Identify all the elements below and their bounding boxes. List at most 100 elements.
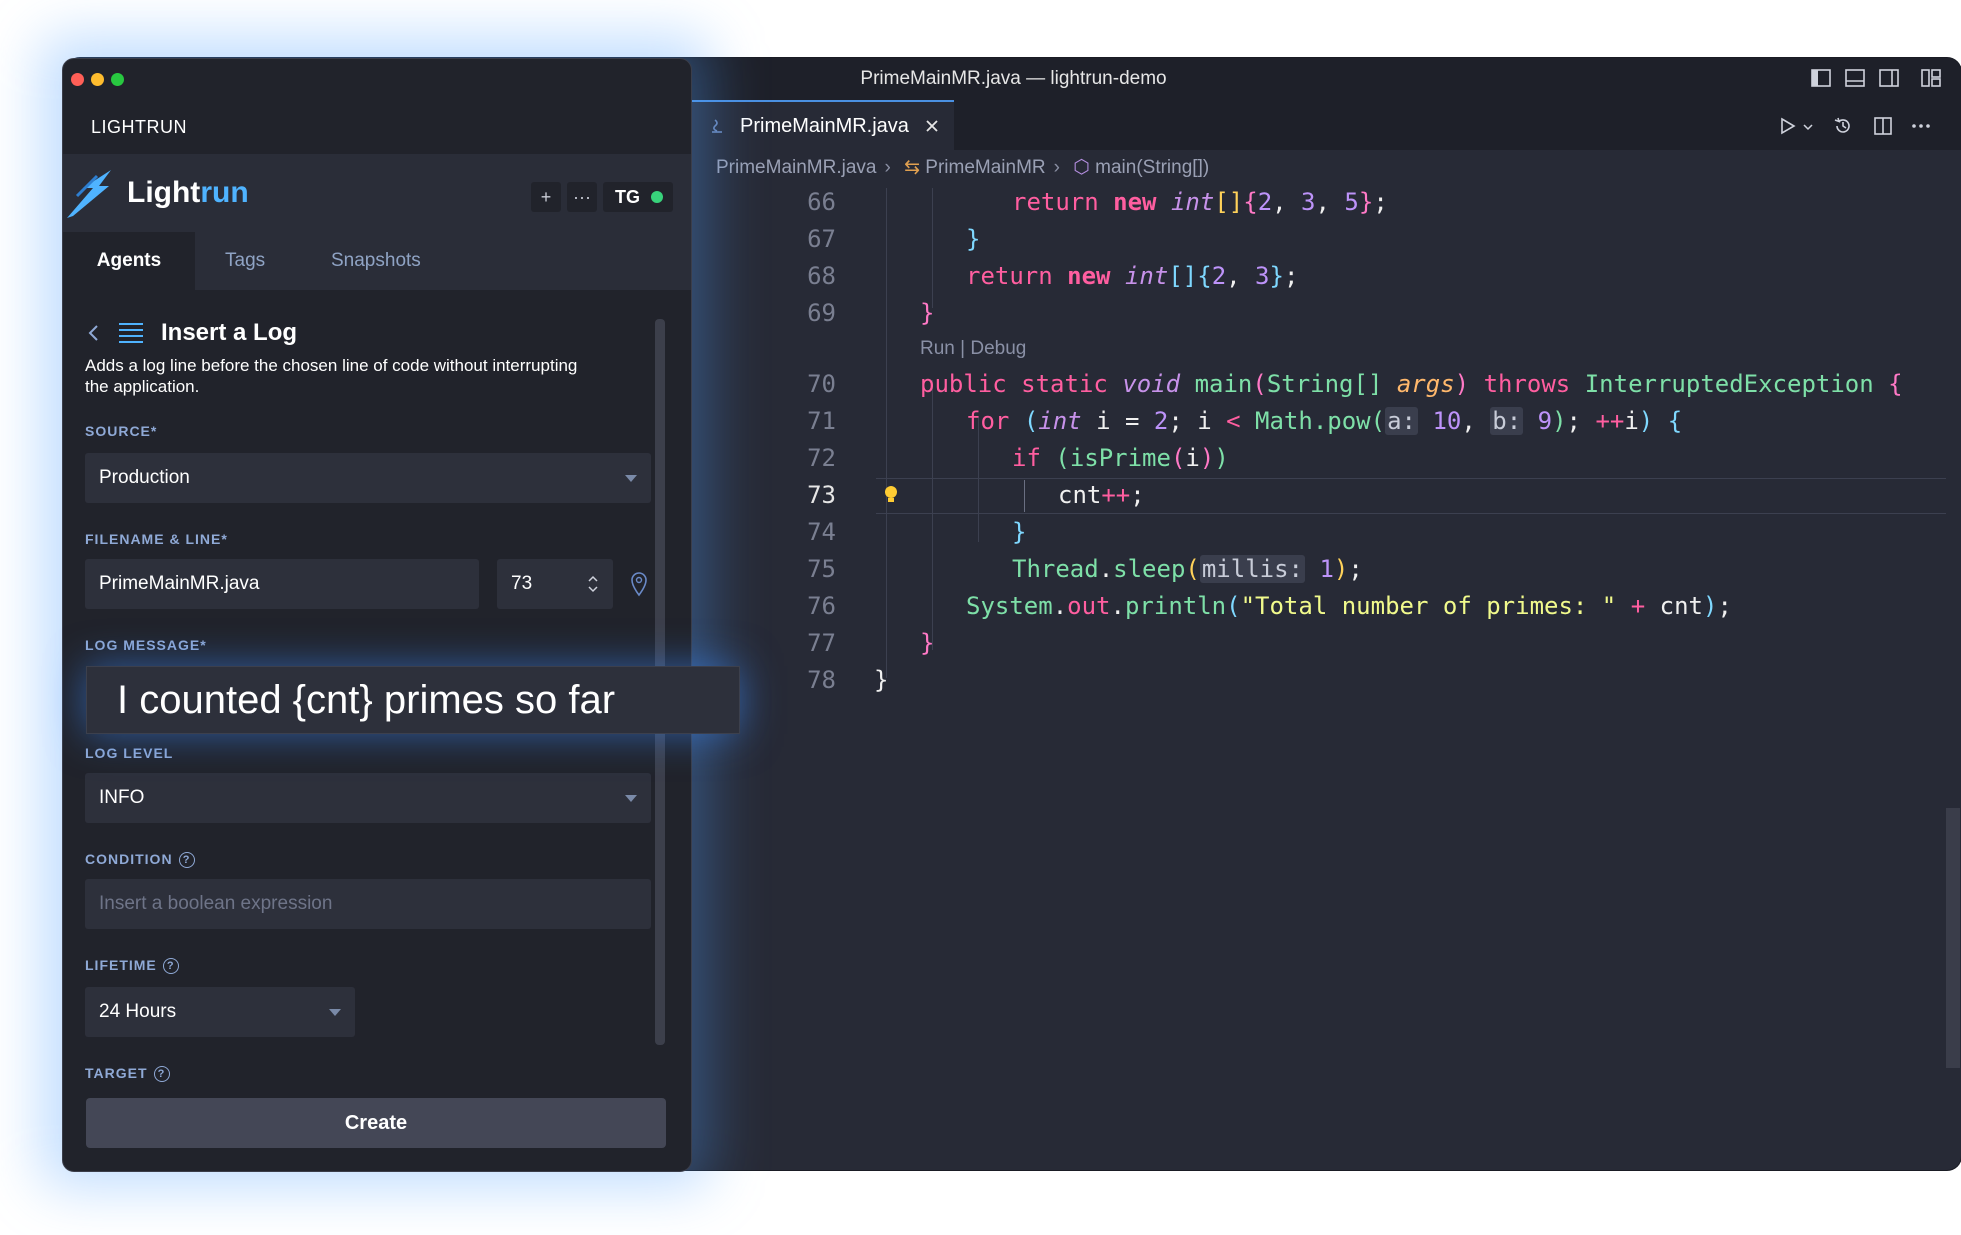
code-line-76: System.out.println("Total number of prim… [966,592,1732,620]
close-window-button[interactable] [71,73,84,86]
line-number: 75 [807,555,836,583]
form-title: Insert a Log [161,319,298,346]
lightbulb-icon[interactable] [883,484,899,506]
indent-guide [886,188,887,678]
code-editor[interactable]: 66 67 68 69 70 71 72 73 74 75 76 77 78 r… [726,188,1946,1168]
lightrun-panel: LIGHTRUN Lightrun + ··· TG Agents Tags S… [62,58,692,1172]
editor-tab-primemainmr[interactable]: PrimeMainMR.java [692,100,954,150]
toggle-secondary-sidebar-icon[interactable] [1878,67,1900,89]
caret-down-icon [329,1009,341,1016]
log-level-select[interactable]: INFO [85,773,651,823]
user-initials: TG [615,187,640,207]
line-number: 72 [807,444,836,472]
toggle-primary-sidebar-icon[interactable] [1810,67,1832,89]
indent-guide [932,188,933,308]
condition-input[interactable]: Insert a boolean expression [85,879,651,929]
code-line-71: for (int i = 2; i < Math.pow(a: 10, b: 9… [966,407,1683,435]
line-number: 78 [807,666,836,694]
more-actions-icon[interactable] [1910,115,1932,137]
code-line-68: return new int[]{2, 3}; [966,262,1299,290]
help-icon[interactable]: ? [153,1066,170,1083]
lightrun-logo-icon [67,170,111,218]
line-number: 77 [807,629,836,657]
lightrun-brand: Lightrun [127,176,249,209]
java-file-icon [712,119,722,133]
current-line-highlight [876,478,1946,514]
code-line-78: } [874,666,889,694]
chevron-down-icon[interactable] [1802,122,1814,132]
help-icon[interactable]: ? [178,852,195,869]
brand-bar: Lightrun + ··· TG Agents Tags Snapshots [63,154,691,290]
create-button[interactable]: Create [86,1098,666,1148]
line-number: 66 [807,188,836,216]
log-level-label: LOG LEVEL [85,745,174,761]
code-line-73: cnt++; [1058,481,1145,509]
lifetime-value: 24 Hours [99,1001,177,1022]
condition-label: CONDITION? [85,851,195,869]
source-select[interactable]: Production [85,453,651,503]
log-level-value: INFO [99,787,145,808]
panel-header-label: LIGHTRUN [91,117,188,137]
line-number: 68 [807,262,836,290]
code-line-75: Thread.sleep(millis: 1); [1012,555,1363,583]
line-number: 71 [807,407,836,435]
history-icon[interactable] [1832,115,1854,137]
filename-line-label: FILENAME & LINE* [85,531,228,547]
split-editor-icon[interactable] [1872,115,1894,137]
target-label: TARGET? [85,1065,170,1083]
method-icon: ⬡ [1073,157,1090,178]
source-label: SOURCE* [85,423,158,439]
editor-scrollbar[interactable] [1946,808,1960,1068]
tab-label: PrimeMainMR.java [740,115,909,137]
chevron-right-icon: › [884,157,891,178]
toggle-panel-icon[interactable] [1844,67,1866,89]
lifetime-label: LIFETIME? [85,957,179,975]
customize-layout-icon[interactable] [1920,67,1942,89]
tab-snapshots[interactable]: Snapshots [331,232,421,290]
stepper-arrows-icon[interactable] [587,574,599,594]
filename-input[interactable]: PrimeMainMR.java [85,559,479,609]
help-icon[interactable]: ? [162,958,179,975]
status-ok-icon [651,191,663,203]
source-value: Production [99,467,190,488]
form-description: Adds a log line before the chosen line o… [85,356,578,396]
line-number: 74 [807,518,836,546]
lifetime-select[interactable]: 24 Hours [85,987,355,1037]
caret-down-icon [625,795,637,802]
breadcrumb-method[interactable]: main(String[]) [1095,157,1209,178]
breadcrumb: PrimeMainMR.java › ⇆ PrimeMainMR › ⬡ main(… [716,156,1209,188]
log-message-input[interactable]: I counted {cnt} primes so far [86,666,740,734]
more-options-button[interactable]: ··· [567,182,597,212]
minimize-window-button[interactable] [91,73,104,86]
line-number-active: 73 [807,481,836,509]
indent-guide [932,380,933,650]
caret-down-icon [625,475,637,482]
indent-guide [1024,480,1025,512]
tab-tags[interactable]: Tags [225,232,265,290]
breadcrumb-file[interactable]: PrimeMainMR.java [716,157,876,178]
code-line-77: } [920,629,935,657]
line-number: 70 [807,370,836,398]
line-number: 67 [807,225,836,253]
codelens-run-debug[interactable]: Run | Debug [920,338,1026,360]
add-button[interactable]: + [531,182,561,212]
zoom-window-button[interactable] [111,73,124,86]
code-line-66: return new int[]{2, 3, 5}; [1012,188,1388,216]
log-message-label: LOG MESSAGE* [85,637,207,653]
code-line-67: } [966,225,981,253]
code-line-69: } [920,299,935,327]
line-number: 69 [807,299,836,327]
chevron-right-icon: › [1053,157,1060,178]
code-line-74: } [1012,518,1027,546]
user-account-button[interactable]: TG [603,182,673,212]
code-line-70: public static void main(String[] args) t… [920,370,1903,398]
close-tab-icon[interactable] [924,118,940,134]
code-line-72: if (isPrime(i)) [1012,444,1229,472]
tab-agents[interactable]: Agents [63,232,195,290]
back-arrow-icon[interactable] [87,323,101,343]
line-number-stepper[interactable]: 73 [497,559,613,609]
run-icon[interactable] [1776,115,1798,137]
breadcrumb-class[interactable]: PrimeMainMR [925,157,1045,178]
log-list-icon [119,323,143,343]
locate-line-pin-icon[interactable] [629,571,649,597]
